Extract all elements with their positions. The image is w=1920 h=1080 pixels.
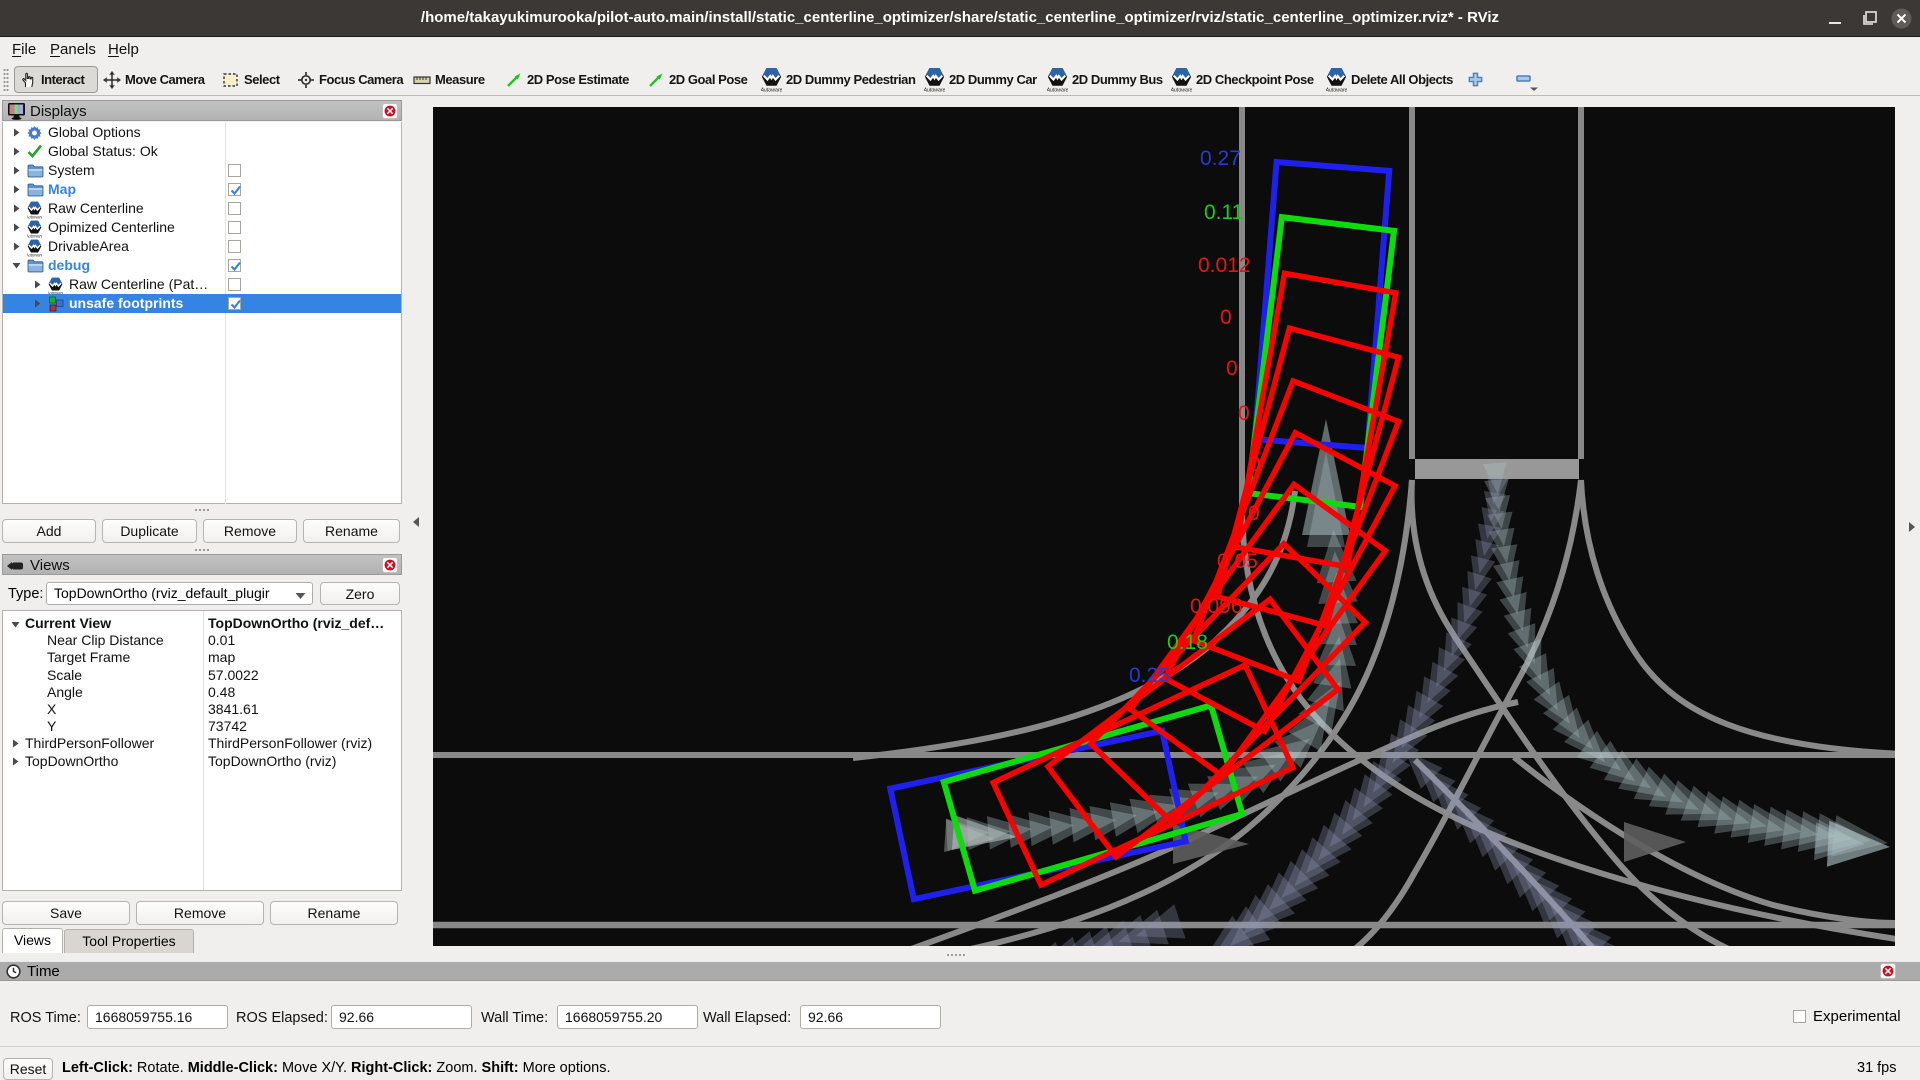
svg-text:0.11: 0.11 — [1204, 201, 1243, 224]
svg-text:Autoware: Autoware — [1047, 87, 1068, 92]
svg-text:Autoware: Autoware — [1326, 87, 1347, 92]
svg-text:0.18: 0.18 — [1167, 631, 1208, 654]
svg-text:0.27: 0.27 — [1200, 147, 1241, 170]
svg-text:0: 0 — [1248, 502, 1260, 525]
svg-text:0: 0 — [1238, 402, 1250, 425]
svg-text:0.096: 0.096 — [1190, 595, 1243, 618]
svg-text:0.012: 0.012 — [1198, 254, 1251, 277]
svg-text:Autoware: Autoware — [761, 87, 782, 92]
svg-text:0.25: 0.25 — [1129, 664, 1170, 687]
svg-text:Autoware: Autoware — [924, 87, 945, 92]
svg-text:Autoware: Autoware — [1171, 87, 1192, 92]
svg-text:0: 0 — [1220, 306, 1232, 329]
svg-text:0.05: 0.05 — [1217, 550, 1258, 573]
svg-text:0: 0 — [1226, 357, 1238, 380]
svg-text:0: 0 — [1249, 453, 1261, 476]
